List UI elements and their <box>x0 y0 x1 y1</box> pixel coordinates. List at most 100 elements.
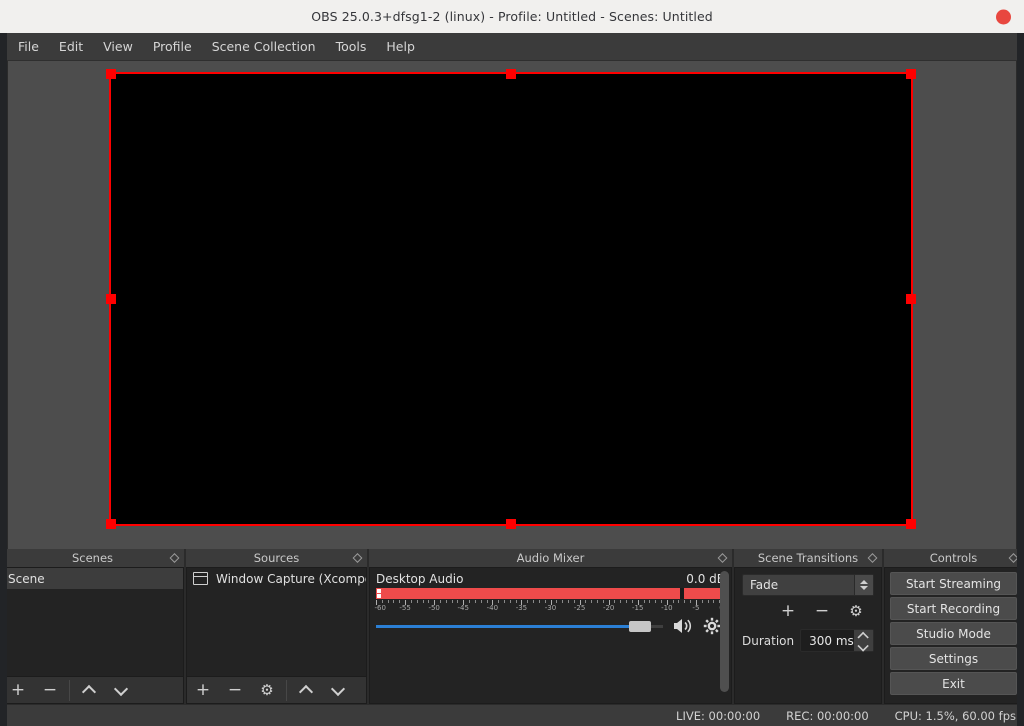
resize-handle-bottom-center[interactable] <box>506 519 516 529</box>
sources-list[interactable]: Window Capture (Xcompos <box>186 567 367 677</box>
meter-tick-minor <box>399 600 401 603</box>
meter-tick-minor <box>527 600 529 603</box>
meter-tick-label: -20 <box>602 604 615 612</box>
menu-item-tools[interactable]: Tools <box>326 35 377 58</box>
chevron-up-icon <box>300 684 313 697</box>
close-circle-icon[interactable] <box>996 9 1011 24</box>
meter-tick-minor <box>544 600 546 603</box>
audio-magnitude-marker <box>377 589 381 593</box>
preview-canvas[interactable] <box>106 69 916 529</box>
start-recording-button[interactable]: Start Recording <box>890 597 1017 620</box>
move-source-down-button[interactable] <box>322 678 354 703</box>
resize-handle-top-center[interactable] <box>506 69 516 79</box>
meter-tick-minor <box>393 600 395 603</box>
exit-button[interactable]: Exit <box>890 672 1017 695</box>
move-source-up-button[interactable] <box>290 678 322 703</box>
meter-tick-minor <box>614 600 616 603</box>
add-scene-button[interactable]: + <box>2 678 34 703</box>
audio-channel-strip: Desktop Audio 0.0 dB -60 -55 -50 -45 -40 -35 -… <box>370 568 731 635</box>
duration-stepper-arrows[interactable] <box>854 630 873 651</box>
speaker-on-icon[interactable] <box>672 617 694 635</box>
status-cpu-fps: CPU: 1.5%, 60.00 fps <box>894 708 1016 723</box>
transition-select[interactable]: Fade <box>742 574 874 596</box>
meter-tick-minor <box>562 600 564 603</box>
meter-tick-minor <box>486 600 488 603</box>
meter-tick-minor <box>684 600 686 603</box>
menu-item-view[interactable]: View <box>93 35 143 58</box>
controls-body: Start Streaming Start Recording Studio M… <box>884 567 1023 704</box>
duration-stepper[interactable]: 300 ms <box>800 629 874 652</box>
undock-icon[interactable] <box>352 553 363 563</box>
remove-scene-button[interactable]: − <box>34 678 66 703</box>
undock-icon[interactable] <box>867 553 878 563</box>
meter-tick-minor <box>672 600 674 603</box>
volume-slider-handle[interactable] <box>629 621 652 632</box>
volume-slider-fill <box>376 625 641 628</box>
meter-tick-minor <box>498 600 500 603</box>
menu-item-edit[interactable]: Edit <box>49 35 93 58</box>
chevron-down-icon[interactable] <box>858 642 868 650</box>
audio-controls-row <box>376 617 725 635</box>
menu-item-scene-collection[interactable]: Scene Collection <box>202 35 326 58</box>
audio-channel-header: Desktop Audio 0.0 dB <box>376 572 725 586</box>
studio-mode-button[interactable]: Studio Mode <box>890 622 1017 645</box>
audio-channel-name: Desktop Audio <box>376 572 464 586</box>
audio-mixer-scrollbar[interactable] <box>720 571 729 692</box>
meter-tick-minor <box>451 600 453 603</box>
move-scene-down-button[interactable] <box>105 678 137 703</box>
status-live-time: LIVE: 00:00:00 <box>676 708 761 723</box>
transition-select-value: Fade <box>750 578 779 592</box>
resize-handle-top-right[interactable] <box>906 69 916 79</box>
list-item[interactable]: Window Capture (Xcompos <box>187 568 366 589</box>
meter-tick-label: -50 <box>428 604 440 612</box>
toolbar-divider <box>286 679 287 701</box>
meter-tick-minor <box>585 600 587 603</box>
resize-handle-middle-left[interactable] <box>106 294 116 304</box>
chevron-down-icon <box>115 684 128 697</box>
scenes-list[interactable]: Scene <box>1 567 184 677</box>
menu-item-file[interactable]: File <box>8 35 49 58</box>
scenes-dock: Scenes Scene + − <box>1 549 184 704</box>
audio-level-bar <box>376 588 725 599</box>
duration-label: Duration <box>742 633 795 648</box>
meter-tick-minor <box>422 600 424 603</box>
add-transition-button[interactable]: + <box>772 599 804 624</box>
menu-item-help[interactable]: Help <box>376 35 425 58</box>
source-properties-button[interactable]: ⚙ <box>251 678 283 703</box>
resize-handle-bottom-right[interactable] <box>906 519 916 529</box>
resize-handle-middle-right[interactable] <box>906 294 916 304</box>
meter-tick-label: -15 <box>632 604 644 612</box>
remove-transition-button[interactable]: − <box>806 599 838 624</box>
move-scene-up-button[interactable] <box>73 678 105 703</box>
undock-icon[interactable] <box>169 553 180 563</box>
meter-tick-label: -5 <box>692 604 700 612</box>
chevron-updown-icon[interactable] <box>854 575 873 595</box>
resize-handle-bottom-left[interactable] <box>106 519 116 529</box>
undock-icon[interactable] <box>717 553 728 563</box>
add-source-button[interactable]: + <box>187 678 219 703</box>
menu-item-profile[interactable]: Profile <box>143 35 202 58</box>
meter-tick-minor <box>387 600 389 603</box>
meter-tick-minor <box>655 600 657 603</box>
resize-handle-top-left[interactable] <box>106 69 116 79</box>
duration-value: 300 ms <box>809 633 854 648</box>
volume-slider[interactable] <box>376 617 663 635</box>
sources-toolbar: + − ⚙ <box>186 677 367 704</box>
settings-button[interactable]: Settings <box>890 647 1017 670</box>
meter-tick-minor <box>474 600 476 603</box>
transition-properties-button[interactable]: ⚙ <box>840 599 872 624</box>
audio-mixer-dock-title: Audio Mixer <box>369 549 732 567</box>
window-capture-icon <box>193 572 208 585</box>
meter-tick-minor <box>649 600 651 603</box>
audio-mixer-body: Desktop Audio 0.0 dB -60 -55 -50 -45 -40 -35 -… <box>369 567 732 704</box>
start-streaming-button[interactable]: Start Streaming <box>890 572 1017 595</box>
preview-backdrop[interactable] <box>8 61 1016 549</box>
list-item[interactable]: Scene <box>2 568 183 589</box>
undock-icon[interactable] <box>1008 553 1019 563</box>
meter-tick-minor <box>538 600 540 603</box>
meter-tick-minor <box>597 600 599 603</box>
remove-source-button[interactable]: − <box>219 678 251 703</box>
audio-meter-scale: -60-55-50-45-40-35-30-25-20-15-10-50 <box>374 600 726 612</box>
meter-tick-minor <box>701 600 703 603</box>
chevron-up-icon[interactable] <box>858 631 868 639</box>
